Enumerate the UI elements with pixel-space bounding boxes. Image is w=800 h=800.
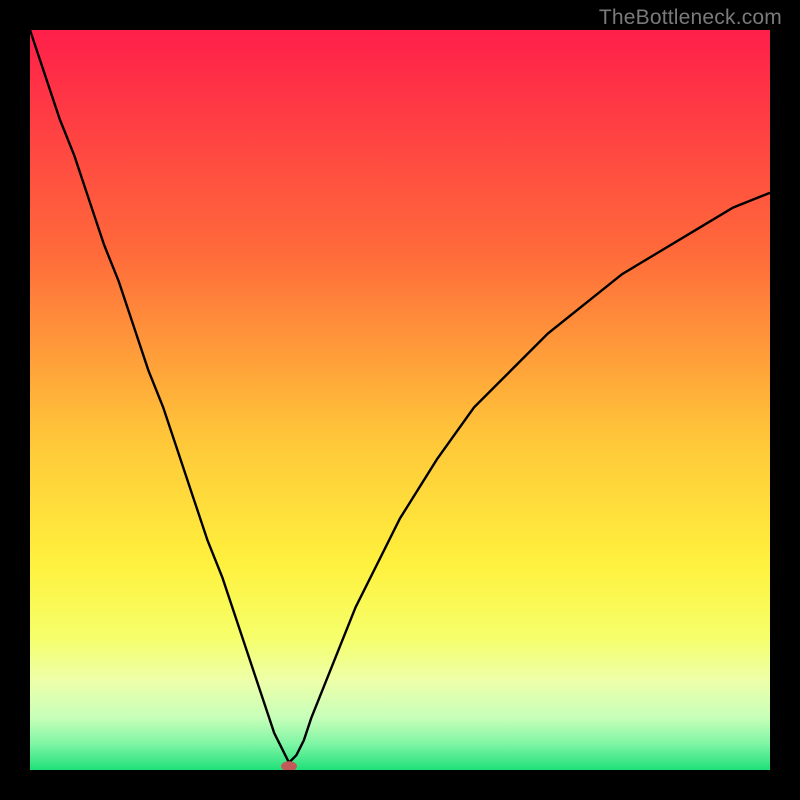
bottleneck-chart — [30, 30, 770, 770]
chart-frame: TheBottleneck.com — [0, 0, 800, 800]
watermark-text: TheBottleneck.com — [599, 6, 782, 30]
chart-background — [30, 30, 770, 770]
